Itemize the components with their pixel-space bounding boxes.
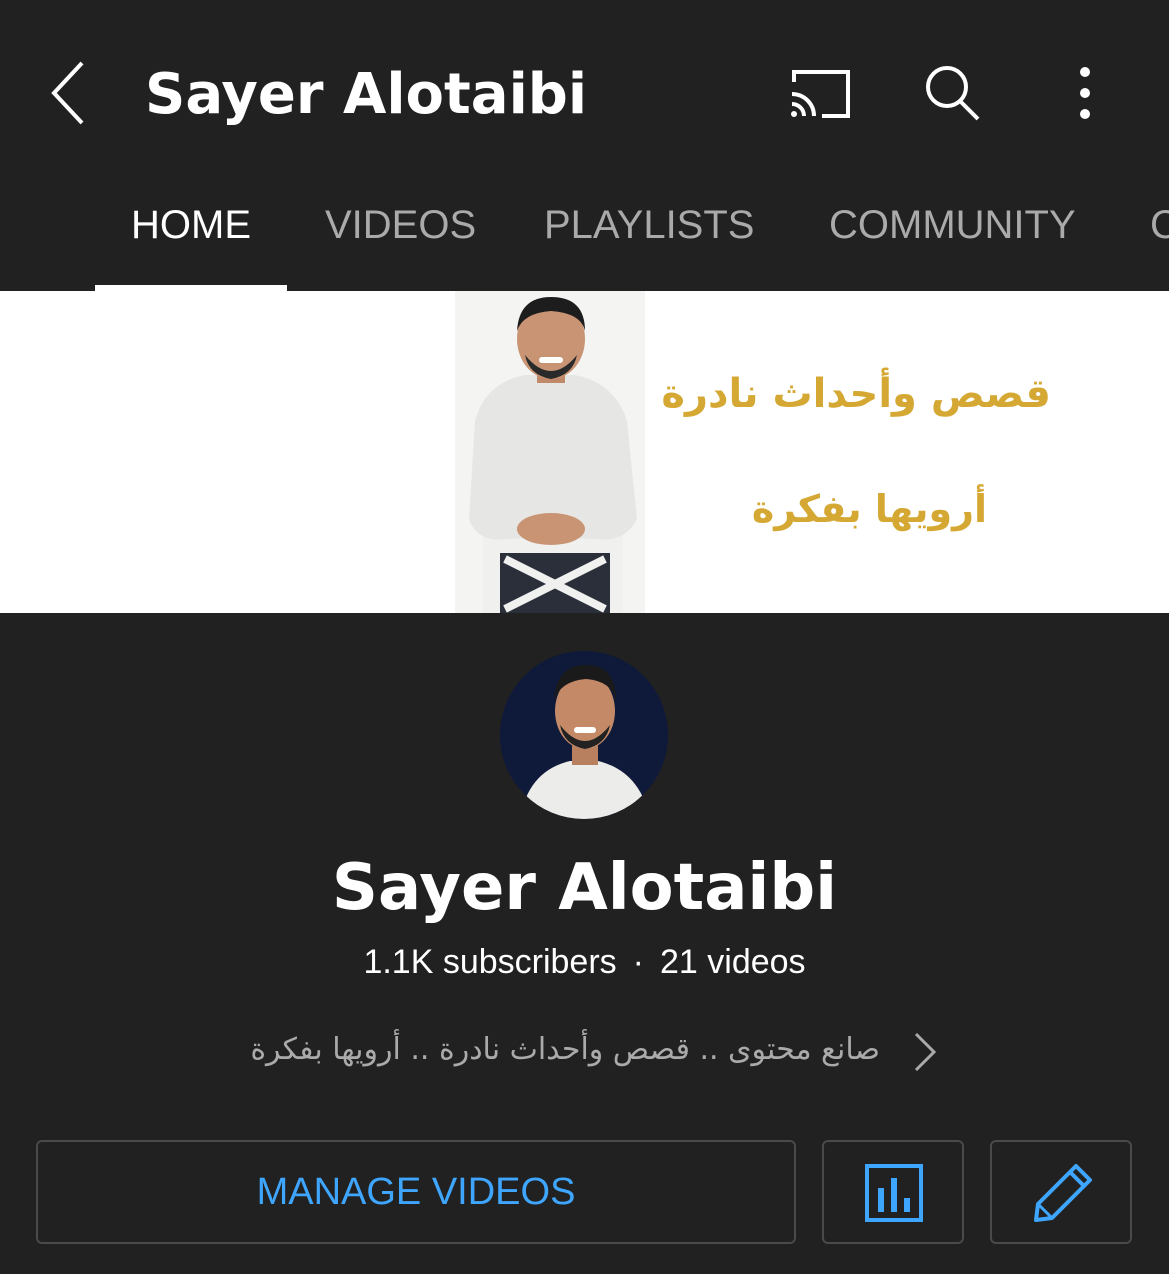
channel-name: Sayer Alotaibi — [331, 851, 838, 925]
app-bar: Sayer Alotaibi — [0, 0, 1169, 175]
search-button[interactable] — [920, 60, 986, 126]
banner-subheadline: أرويها بفكرة — [751, 487, 987, 531]
channel-description: صانع محتوى .. قصص وأحداث نادرة .. أرويها… — [250, 1032, 880, 1067]
app-bar-title: Sayer Alotaibi — [145, 62, 588, 127]
chevron-right-icon — [914, 1032, 937, 1072]
tab-community[interactable]: COMMUNITY — [829, 175, 1076, 291]
pencil-icon — [1034, 1164, 1092, 1222]
banner-headline: قصص وأحداث نادرة — [661, 371, 1051, 417]
more-vert-icon — [1080, 67, 1090, 119]
more-options-button[interactable] — [1060, 60, 1110, 126]
edit-channel-button[interactable] — [990, 1140, 1132, 1244]
cast-button[interactable] — [786, 64, 856, 124]
tab-channels-partial[interactable]: C — [1150, 175, 1169, 291]
analytics-button[interactable] — [822, 1140, 964, 1244]
bar-chart-icon — [865, 1164, 923, 1222]
channel-stats: 1.1K subscribers · 21 videos — [0, 938, 1169, 986]
video-count: 21 videos — [660, 943, 806, 981]
channel-page: Sayer Alotaibi HOME VIDEOS PLAYLISTS COM… — [0, 0, 1169, 1274]
channel-avatar[interactable] — [500, 651, 668, 819]
channel-banner: قصص وأحداث نادرة أرويها بفكرة — [0, 291, 1169, 613]
stats-separator: · — [632, 943, 644, 981]
channel-description-link[interactable]: صانع محتوى .. قصص وأحداث نادرة .. أرويها… — [200, 1018, 960, 1082]
subscriber-count: 1.1K subscribers — [363, 943, 617, 981]
back-button[interactable] — [40, 55, 100, 131]
avatar-photo — [500, 651, 668, 819]
tab-videos[interactable]: VIDEOS — [325, 175, 476, 291]
manage-videos-label: MANAGE VIDEOS — [256, 1171, 576, 1213]
search-icon — [926, 66, 980, 121]
cast-icon — [791, 70, 850, 118]
back-arrow-icon — [51, 61, 84, 125]
manage-videos-button[interactable]: MANAGE VIDEOS — [36, 1140, 796, 1244]
channel-tabs: HOME VIDEOS PLAYLISTS COMMUNITY C — [0, 175, 1169, 291]
tab-playlists[interactable]: PLAYLISTS — [544, 175, 754, 291]
banner-person-photo — [455, 291, 645, 613]
tab-home[interactable]: HOME — [95, 175, 287, 291]
